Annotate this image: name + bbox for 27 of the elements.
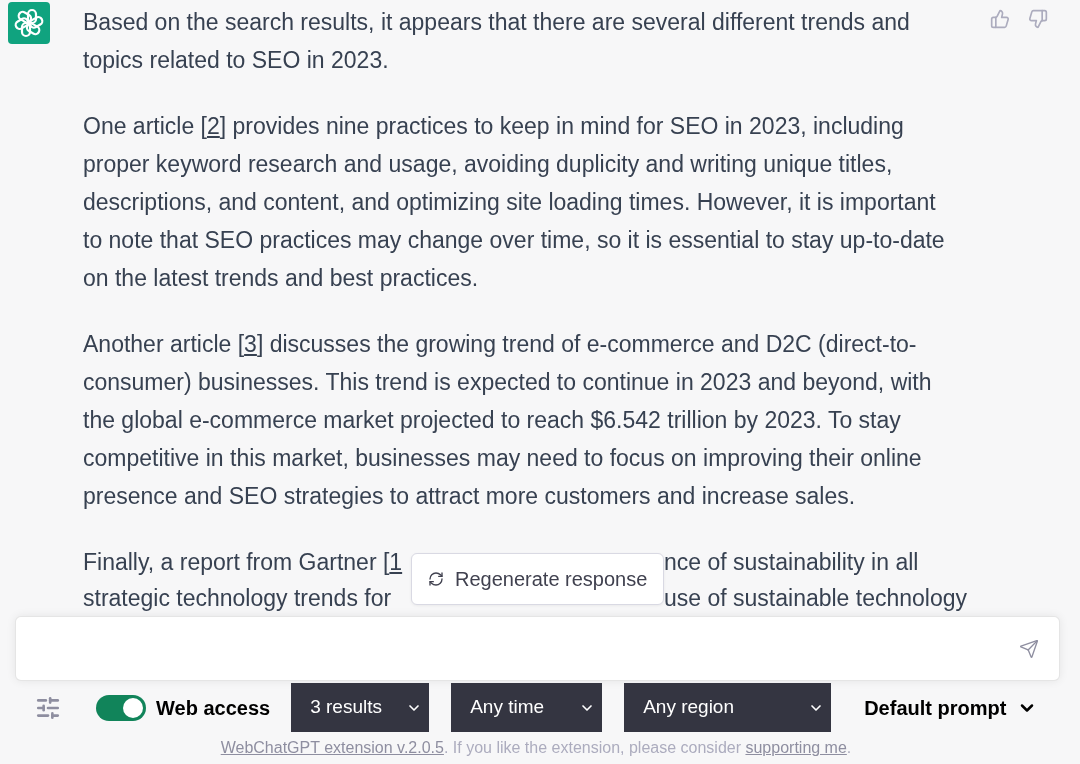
message-text: strategic technology trends for [83, 584, 393, 613]
footer-note: WebChatGPT extension v.2.0.5. If you like the extension, please consider supporting me. [220, 738, 853, 758]
thumbs-down-icon [1028, 9, 1048, 29]
message-paragraph: Based on the search results, it appears that there are several different trends and topics related to SEO in 2023. [83, 8, 911, 75]
citation-link[interactable]: 2 [207, 113, 220, 139]
web-access-toggle[interactable] [96, 694, 146, 721]
message-paragraph: One article [2] provides nine practices to keep in mind for SEO in 2023, including proper keyword research and usage, avoiding duplicity and writing unique titles, descriptions, and content, and optimizing site loading times. However, it is important to note that SEO practices may change over time, so it is essential to stay up-to-date on the latest trends and best practices. [83, 112, 946, 293]
regenerate-button[interactable]: Regenerate response [411, 553, 664, 605]
send-icon [1019, 638, 1039, 659]
message-text: nce of sustainability in all [664, 548, 919, 577]
prompt-menu-button[interactable]: Default prompt [864, 692, 1038, 723]
message-text: Finally, a report from Gartner [1 [83, 548, 404, 577]
message-input[interactable] [15, 616, 1060, 681]
citation-link[interactable]: 3 [244, 331, 257, 357]
filter-dropdown[interactable]: Any region [624, 683, 832, 732]
refresh-icon [428, 571, 444, 587]
web-access-label: Web access [156, 695, 271, 721]
thumbs-down-button[interactable] [1027, 8, 1049, 30]
filter-dropdown[interactable]: Any time [451, 683, 603, 732]
thumbs-up-button[interactable] [989, 8, 1011, 30]
message-text: use of sustainable technology [664, 584, 968, 613]
filter-dropdown[interactable]: 3 results [291, 683, 430, 732]
citation-link[interactable]: 1 [389, 549, 403, 575]
thumbs-up-icon [990, 9, 1010, 29]
sliders-icon [35, 694, 61, 721]
message-paragraph: Another article [3] discusses the growing trend of e-commerce and D2C (direct-to-consumer) businesses. This trend is expected to continue in 2023 and beyond, with the global e-commerce market projected to reach $6.542 trillion by 2023. To stay competitive in this market, businesses may need to focus on improving their online presence and SEO strategies to attract more customers and increase sales. [83, 330, 933, 511]
settings-button[interactable] [35, 694, 61, 721]
